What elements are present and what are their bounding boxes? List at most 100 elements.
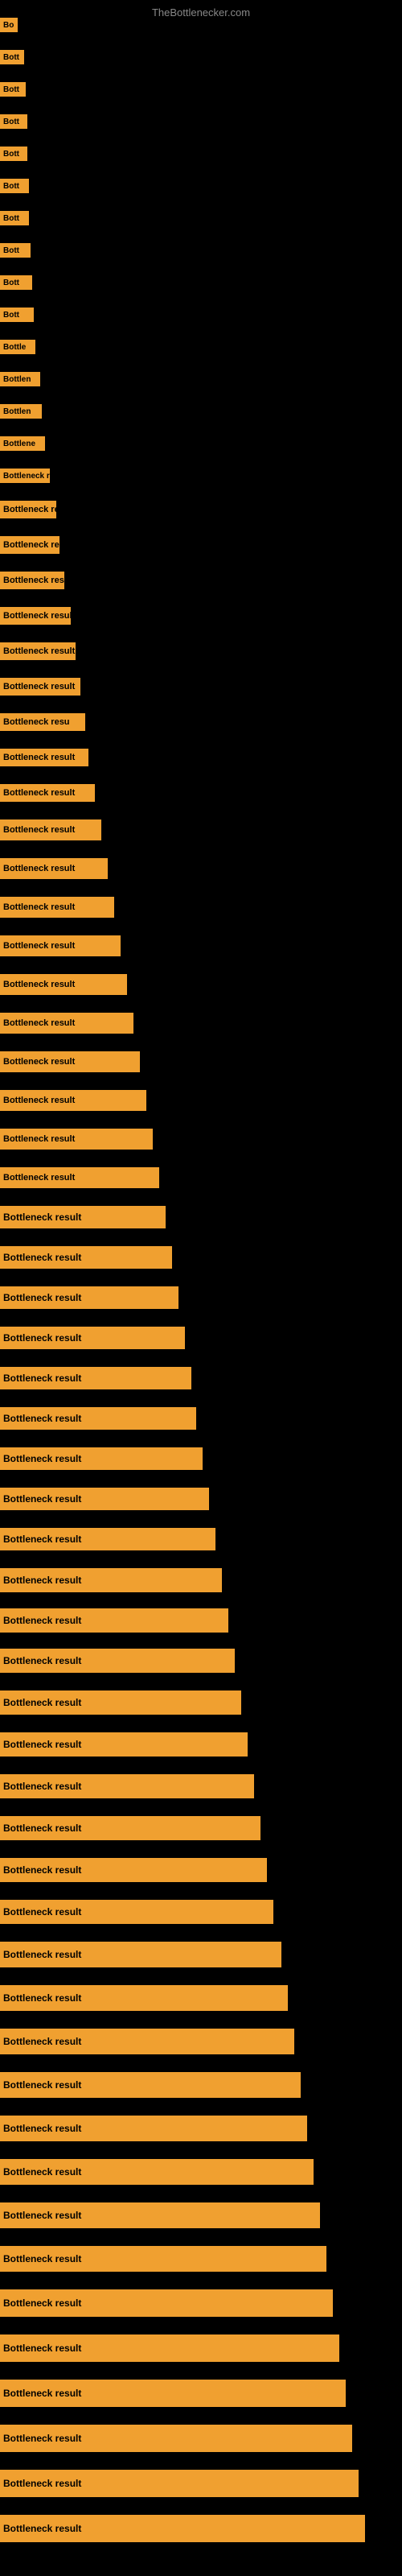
bar-row: Bottleneck result	[0, 974, 127, 995]
bar-row: Bottleneck result	[0, 1167, 159, 1188]
bar-row: Bottleneck result	[0, 1013, 133, 1034]
bar-label: Bott	[0, 275, 32, 290]
bar-label: Bott	[0, 243, 31, 258]
bar-row: Bottleneck result	[0, 2246, 326, 2272]
bar-label: Bottleneck result	[0, 858, 108, 879]
bar-label: Bottleneck result	[0, 1732, 248, 1757]
bar-label: Bottleneck result	[0, 642, 76, 660]
bar-label: Bottleneck result	[0, 678, 80, 696]
bar-label: Bottlen	[0, 372, 40, 386]
bar-label: Bottleneck result	[0, 2116, 307, 2141]
bar-label: Bottleneck result	[0, 1488, 209, 1510]
bar-label: Bottleneck result	[0, 2289, 333, 2317]
bar-row: Bottleneck result	[0, 1407, 196, 1430]
bar-row: Bottleneck result	[0, 2380, 346, 2407]
bar-row: Bottleneck result	[0, 1528, 215, 1550]
bar-label: Bottleneck result	[0, 1774, 254, 1798]
bar-row: Bottleneck result	[0, 1608, 228, 1633]
bar-row: Bottleneck result	[0, 1568, 222, 1592]
bar-row: Bottlene	[0, 436, 45, 451]
bar-row: Bottleneck result	[0, 2202, 320, 2228]
bar-label: Bottleneck result	[0, 2515, 365, 2542]
bar-row: Bottleneck result	[0, 2072, 301, 2098]
bar-label: Bottleneck result	[0, 1649, 235, 1673]
bar-row: Bottlen	[0, 404, 42, 419]
bar-row: Bottleneck result	[0, 784, 95, 802]
bar-label: Bott	[0, 211, 29, 225]
bar-row: Bottle	[0, 340, 35, 354]
bar-row: Bottleneck result	[0, 2515, 365, 2542]
bar-label: Bottleneck result	[0, 1407, 196, 1430]
bar-label: Bottle	[0, 340, 35, 354]
bar-row: Bottleneck result	[0, 2334, 339, 2362]
bar-row: Bottleneck result	[0, 1286, 178, 1309]
bar-label: Bottleneck result	[0, 1528, 215, 1550]
bar-row: Bottleneck result	[0, 1488, 209, 1510]
bar-label: Bottleneck result	[0, 935, 121, 956]
bar-label: Bott	[0, 50, 24, 64]
bar-row: Bottleneck result	[0, 1649, 235, 1673]
bar-row: Bott	[0, 147, 27, 161]
bar-row: Bott	[0, 211, 29, 225]
bar-label: Bottleneck result	[0, 819, 101, 840]
bar-label: Bottleneck result	[0, 2334, 339, 2362]
bar-row: Bottleneck result	[0, 1942, 281, 1967]
bar-row: Bottleneck result	[0, 749, 88, 766]
bar-row: Bottleneck result	[0, 1327, 185, 1349]
bar-label: Bottleneck result	[0, 2159, 314, 2185]
bar-row: Bottleneck r	[0, 469, 50, 483]
bar-label: Bottleneck result	[0, 1568, 222, 1592]
bar-label: Bottleneck result	[0, 1858, 267, 1882]
bar-label: Bottleneck result	[0, 1129, 153, 1150]
bar-label: Bottleneck result	[0, 1206, 166, 1228]
bar-row: Bottleneck result	[0, 572, 64, 589]
bar-row: Bottleneck result	[0, 819, 101, 840]
bar-label: Bottleneck result	[0, 1690, 241, 1715]
bar-label: Bottleneck re	[0, 536, 59, 554]
bar-label: Bottleneck result	[0, 2202, 320, 2228]
bar-row: Bottlen	[0, 372, 40, 386]
bar-row: Bottleneck result	[0, 2116, 307, 2141]
bar-row: Bottleneck result	[0, 642, 76, 660]
bar-row: Bottleneck result	[0, 1774, 254, 1798]
bar-label: Bottleneck result	[0, 607, 71, 625]
bar-row: Bottleneck result	[0, 1900, 273, 1924]
bar-label: Bottleneck result	[0, 749, 88, 766]
bar-label: Bottleneck result	[0, 1367, 191, 1389]
bar-label: Bottleneck result	[0, 1327, 185, 1349]
bar-label: Bottleneck result	[0, 1167, 159, 1188]
bar-label: Bottleneck result	[0, 974, 127, 995]
bar-label: Bottleneck result	[0, 2470, 359, 2497]
bar-row: Bo	[0, 18, 18, 32]
bar-row: Bottleneck result	[0, 2289, 333, 2317]
bar-label: Bottleneck result	[0, 572, 64, 589]
bar-label: Bottleneck result	[0, 1608, 228, 1633]
site-title: TheBottlenecker.com	[0, 0, 402, 22]
bar-row: Bottleneck result	[0, 1206, 166, 1228]
bar-label: Bottleneck result	[0, 1090, 146, 1111]
bar-label: Bottleneck result	[0, 1985, 288, 2011]
bar-row: Bottleneck result	[0, 1816, 260, 1840]
bar-label: Bottleneck result	[0, 1051, 140, 1072]
bar-row: Bottleneck result	[0, 678, 80, 696]
bar-label: Bottleneck result	[0, 2380, 346, 2407]
bar-label: Bottleneck result	[0, 1013, 133, 1034]
bar-row: Bottleneck result	[0, 1051, 140, 1072]
bar-label: Bottleneck r	[0, 469, 50, 483]
bar-row: Bottleneck result	[0, 2029, 294, 2054]
bar-label: Bottlene	[0, 436, 45, 451]
bar-label: Bo	[0, 18, 18, 32]
bar-label: Bott	[0, 114, 27, 129]
bar-label: Bott	[0, 147, 27, 161]
bar-row: Bottleneck resu	[0, 713, 85, 731]
bar-row: Bottleneck result	[0, 858, 108, 879]
bar-row: Bott	[0, 179, 29, 193]
bar-label: Bottleneck result	[0, 1286, 178, 1309]
bar-label: Bottleneck result	[0, 784, 95, 802]
bar-row: Bottleneck result	[0, 1858, 267, 1882]
bar-label: Bottleneck result	[0, 2072, 301, 2098]
bar-label: Bottleneck result	[0, 1900, 273, 1924]
bar-row: Bottleneck re	[0, 536, 59, 554]
bar-row: Bottleneck result	[0, 1985, 288, 2011]
bar-label: Bottlen	[0, 404, 42, 419]
